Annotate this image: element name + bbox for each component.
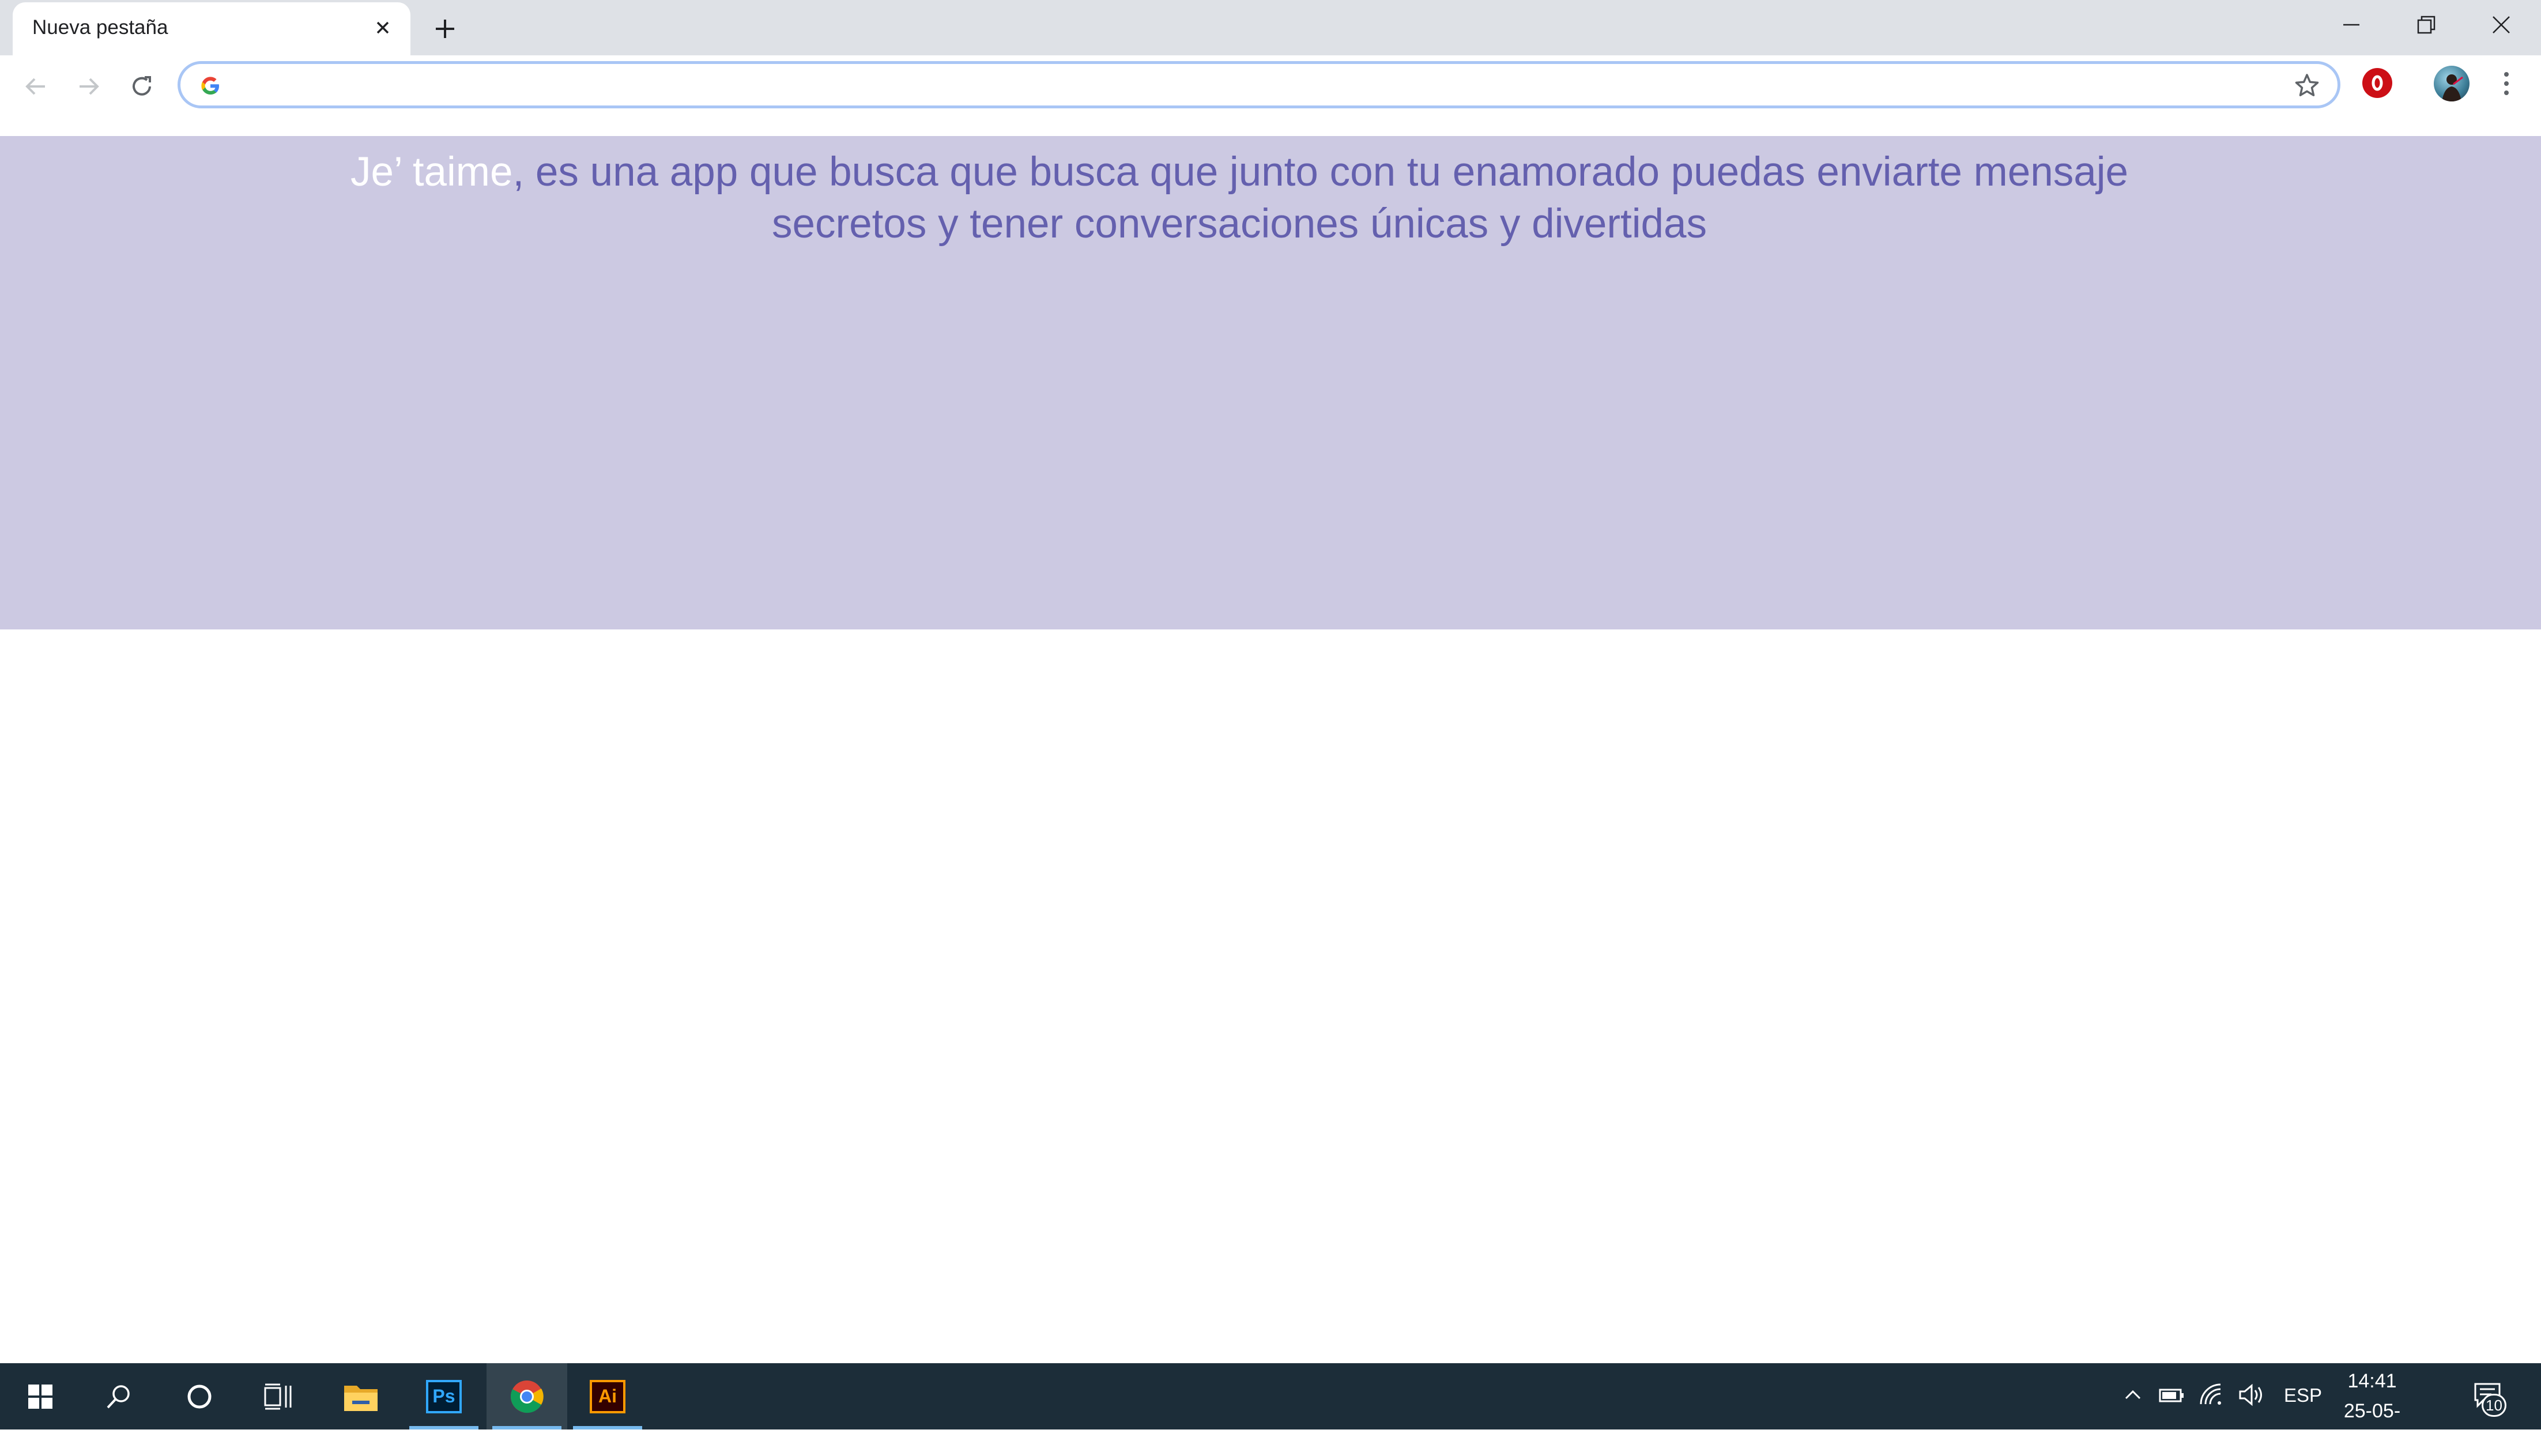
dot — [2504, 90, 2509, 95]
clock-time: 14:41 — [2347, 1370, 2397, 1392]
task-view-icon — [264, 1383, 292, 1409]
search-button[interactable] — [78, 1363, 159, 1429]
google-g-icon — [201, 77, 219, 95]
tab-strip: Nueva pestaña — [0, 0, 2541, 55]
restore-button[interactable] — [2389, 0, 2464, 50]
arrow-right-icon — [80, 78, 99, 95]
illustrator-icon: Ai — [590, 1379, 625, 1413]
chevron-up-icon — [2125, 1390, 2141, 1400]
back-button[interactable] — [15, 66, 56, 107]
tab-close-button[interactable] — [370, 15, 395, 40]
address-input[interactable] — [238, 70, 2258, 101]
minimize-icon — [2343, 24, 2359, 26]
browser-menu-button[interactable] — [2490, 66, 2523, 101]
dot — [2504, 72, 2509, 77]
dot — [2504, 81, 2509, 86]
battery-button[interactable] — [2155, 1378, 2189, 1412]
close-window-button[interactable] — [2464, 0, 2539, 50]
notification-count-badge: 10 — [2482, 1394, 2506, 1417]
extension-icon[interactable] — [2362, 68, 2392, 98]
wifi-icon — [2200, 1383, 2221, 1405]
plus-icon — [436, 20, 454, 38]
profile-avatar[interactable] — [2434, 66, 2470, 101]
address-bar[interactable] — [178, 61, 2340, 108]
start-button[interactable] — [0, 1363, 81, 1429]
running-indicator — [409, 1426, 478, 1429]
star-icon[interactable] — [2294, 72, 2320, 99]
battery-icon — [2159, 1389, 2184, 1402]
minimize-button[interactable] — [2314, 0, 2389, 50]
tab-title: Nueva pestaña — [32, 16, 168, 39]
new-tab-button[interactable] — [429, 13, 461, 45]
taskbar-app-chrome[interactable] — [487, 1363, 567, 1429]
forward-button[interactable] — [68, 66, 110, 107]
clock-date: 25-05-2020 — [2343, 1400, 2401, 1452]
windows-logo-icon — [28, 1384, 52, 1409]
reload-button[interactable] — [121, 66, 163, 107]
task-view-button[interactable] — [237, 1363, 318, 1429]
volume-button[interactable] — [2234, 1378, 2269, 1412]
taskbar-app-file-explorer[interactable] — [321, 1363, 401, 1429]
browser-tab[interactable]: Nueva pestaña — [13, 2, 410, 55]
opera-o-icon — [2372, 75, 2383, 91]
reload-icon — [133, 76, 151, 96]
cortana-button[interactable] — [159, 1363, 240, 1429]
avatar-image — [2442, 74, 2463, 101]
close-icon — [376, 21, 389, 34]
network-button[interactable] — [2194, 1378, 2229, 1412]
taskbar-app-photoshop[interactable]: Ps — [404, 1363, 484, 1429]
running-indicator — [492, 1426, 561, 1429]
brand-name: Je’ taime — [350, 149, 513, 195]
search-icon — [107, 1385, 130, 1408]
cortana-icon — [187, 1385, 212, 1408]
speaker-icon — [2239, 1383, 2262, 1406]
show-hidden-icons-button[interactable] — [2116, 1378, 2150, 1412]
photoshop-icon: Ps — [426, 1379, 462, 1413]
hero-headline: Je’ taime, es una app que busca que busc… — [288, 146, 2191, 250]
running-indicator — [573, 1426, 642, 1429]
taskbar-app-illustrator[interactable]: Ai — [567, 1363, 648, 1429]
arrow-left-icon — [25, 78, 45, 95]
close-icon — [2493, 16, 2510, 33]
restore-icon — [2417, 16, 2436, 34]
input-language-indicator[interactable]: ESP — [2284, 1385, 2322, 1406]
folder-icon — [344, 1385, 378, 1411]
headline-text: , es una app que busca que busca que jun… — [512, 149, 2129, 247]
chrome-icon — [510, 1380, 544, 1413]
clock[interactable]: 14:41 25-05-2020 — [2329, 1366, 2415, 1456]
